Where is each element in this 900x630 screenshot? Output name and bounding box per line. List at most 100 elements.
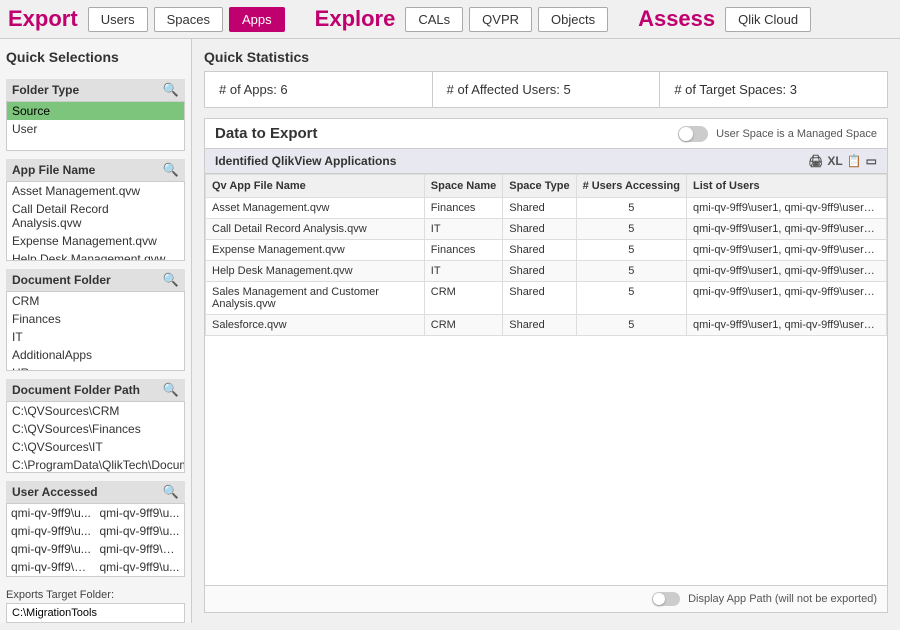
list-item[interactable]: C:\QVSources\IT (7, 438, 184, 456)
identified-label: Identified QlikView Applications (215, 154, 396, 168)
app-file-name-section: App File Name 🔍 Asset Management.qvw Cal… (6, 159, 185, 261)
stat-users: # of Affected Users: 5 (433, 72, 661, 107)
doc-folder-path-search-icon[interactable]: 🔍 (163, 382, 179, 398)
list-item[interactable]: C:\QVSources\CRM (7, 402, 184, 420)
tab-objects[interactable]: Objects (538, 7, 608, 32)
list-item[interactable]: qmi-qv-9ff9\qlik (96, 540, 185, 558)
cell-space: IT (424, 261, 502, 282)
table-container: Identified QlikView Applications 🖨 XL 📋 … (205, 149, 887, 585)
excel-icon[interactable]: XL (827, 154, 842, 168)
cell-type: Shared (503, 240, 576, 261)
list-item[interactable]: Source (7, 102, 184, 120)
toggle-small-knob (653, 593, 665, 605)
list-item[interactable]: C:\ProgramData\QlikTech\Docum... (7, 456, 184, 473)
managed-space-label: User Space is a Managed Space (716, 128, 877, 140)
app-file-search-icon[interactable]: 🔍 (163, 162, 179, 178)
stat-apps: # of Apps: 6 (205, 72, 433, 107)
tab-users[interactable]: Users (88, 7, 148, 32)
cell-users: 5 (576, 219, 686, 240)
document-folder-path-list: C:\QVSources\CRM C:\QVSources\Finances C… (6, 401, 185, 473)
explore-title: Explore (315, 6, 396, 32)
cell-app: Sales Management and Customer Analysis.q… (206, 282, 425, 315)
list-item[interactable]: qmi-qv-9ff9\u... (7, 522, 96, 540)
list-item[interactable]: Call Detail Record Analysis.qvw (7, 200, 184, 232)
cell-type: Shared (503, 315, 576, 336)
list-item[interactable]: IT (7, 328, 184, 346)
table-row: Salesforce.qvw CRM Shared 5 qmi-qv-9ff9\… (206, 315, 887, 336)
stat-spaces: # of Target Spaces: 3 (660, 72, 887, 107)
app-file-name-header: App File Name 🔍 (6, 159, 185, 181)
document-folder-section: Document Folder 🔍 CRM Finances IT Additi… (6, 269, 185, 371)
display-path-toggle[interactable] (652, 592, 680, 606)
quick-selections-title: Quick Selections (6, 47, 185, 71)
tab-qlik-cloud[interactable]: Qlik Cloud (725, 7, 811, 32)
identified-header: Identified QlikView Applications 🖨 XL 📋 … (205, 149, 887, 174)
app-file-list: Asset Management.qvw Call Detail Record … (6, 181, 185, 261)
export-folder-section: Exports Target Folder: (6, 585, 185, 623)
app-file-name-label: App File Name (12, 163, 95, 177)
bottom-bar: Display App Path (will not be exported) (205, 585, 887, 612)
table-icons: 🖨 XL 📋 ▭ (808, 154, 877, 168)
list-item[interactable]: AdditionalApps (7, 346, 184, 364)
list-item[interactable]: User (7, 120, 184, 138)
list-item[interactable]: qmi-qv-9ff9\u... (96, 522, 185, 540)
copy-icon[interactable]: 📋 (847, 154, 862, 168)
table-row: Expense Management.qvw Finances Shared 5… (206, 240, 887, 261)
minimize-icon[interactable]: ▭ (866, 154, 877, 168)
list-item[interactable]: Finances (7, 310, 184, 328)
export-title: Export (8, 6, 78, 32)
user-accessed-header: User Accessed 🔍 (6, 481, 185, 503)
cell-users: 5 (576, 282, 686, 315)
list-item[interactable]: C:\QVSources\Finances (7, 420, 184, 438)
list-item[interactable]: Asset Management.qvw (7, 182, 184, 200)
left-panel: Quick Selections Folder Type 🔍 Source Us… (0, 39, 192, 623)
list-item[interactable]: qmi-qv-9ff9\u... (7, 540, 96, 558)
cell-list: qmi-qv-9ff9\user1, qmi-qv-9ff9\user10, q… (687, 315, 887, 336)
tab-cals[interactable]: CALs (405, 7, 463, 32)
cell-list: qmi-qv-9ff9\user1, qmi-qv-9ff9\user10, q… (687, 261, 887, 282)
cell-list: qmi-qv-9ff9\user1, qmi-qv-9ff9\user10, q… (687, 219, 887, 240)
tab-apps[interactable]: Apps (229, 7, 285, 32)
tab-qvpr[interactable]: QVPR (469, 7, 532, 32)
list-item[interactable]: HR (7, 364, 184, 371)
table-row: Call Detail Record Analysis.qvw IT Share… (206, 219, 887, 240)
cell-users: 5 (576, 198, 686, 219)
cell-list: qmi-qv-9ff9\user1, qmi-qv-9ff9\user10, q… (687, 282, 887, 315)
cell-app: Help Desk Management.qvw (206, 261, 425, 282)
list-item[interactable]: qmi-qv-9ff9\u... (96, 558, 185, 576)
quick-stats-title: Quick Statistics (204, 49, 888, 65)
cell-type: Shared (503, 282, 576, 315)
print-icon[interactable]: 🖨 (808, 154, 823, 168)
list-item[interactable]: CRM (7, 292, 184, 310)
exports-target-label: Exports Target Folder: (6, 589, 185, 601)
table-row: Help Desk Management.qvw IT Shared 5 qmi… (206, 261, 887, 282)
folder-type-list: Source User (6, 101, 185, 151)
col-space-type: Space Type (503, 175, 576, 198)
cell-app: Salesforce.qvw (206, 315, 425, 336)
exports-target-input[interactable] (6, 603, 185, 623)
col-space-name: Space Name (424, 175, 502, 198)
cell-space: Finances (424, 240, 502, 261)
cell-app: Call Detail Record Analysis.qvw (206, 219, 425, 240)
right-panel: Quick Statistics # of Apps: 6 # of Affec… (192, 39, 900, 623)
col-users-count: # Users Accessing (576, 175, 686, 198)
col-list-users: List of Users (687, 175, 887, 198)
assess-title: Assess (638, 6, 715, 32)
table-row: Sales Management and Customer Analysis.q… (206, 282, 887, 315)
list-item[interactable]: qmi-qv-9ff9\qmi (7, 558, 96, 576)
folder-type-search-icon[interactable]: 🔍 (163, 82, 179, 98)
user-accessed-search-icon[interactable]: 🔍 (163, 484, 179, 500)
managed-space-toggle[interactable] (678, 126, 708, 142)
folder-type-section: Folder Type 🔍 Source User (6, 79, 185, 151)
toggle-row: User Space is a Managed Space (678, 126, 877, 142)
main-layout: Quick Selections Folder Type 🔍 Source Us… (0, 39, 900, 623)
list-item[interactable]: Help Desk Management.qvw (7, 250, 184, 261)
cell-space: Finances (424, 198, 502, 219)
document-folder-list: CRM Finances IT AdditionalApps HR (6, 291, 185, 371)
tab-spaces[interactable]: Spaces (154, 7, 223, 32)
doc-folder-search-icon[interactable]: 🔍 (163, 272, 179, 288)
cell-list: qmi-qv-9ff9\user1, qmi-qv-9ff9\user10, q… (687, 198, 887, 219)
list-item[interactable]: qmi-qv-9ff9\u... (7, 504, 96, 522)
list-item[interactable]: qmi-qv-9ff9\u... (96, 504, 185, 522)
list-item[interactable]: Expense Management.qvw (7, 232, 184, 250)
